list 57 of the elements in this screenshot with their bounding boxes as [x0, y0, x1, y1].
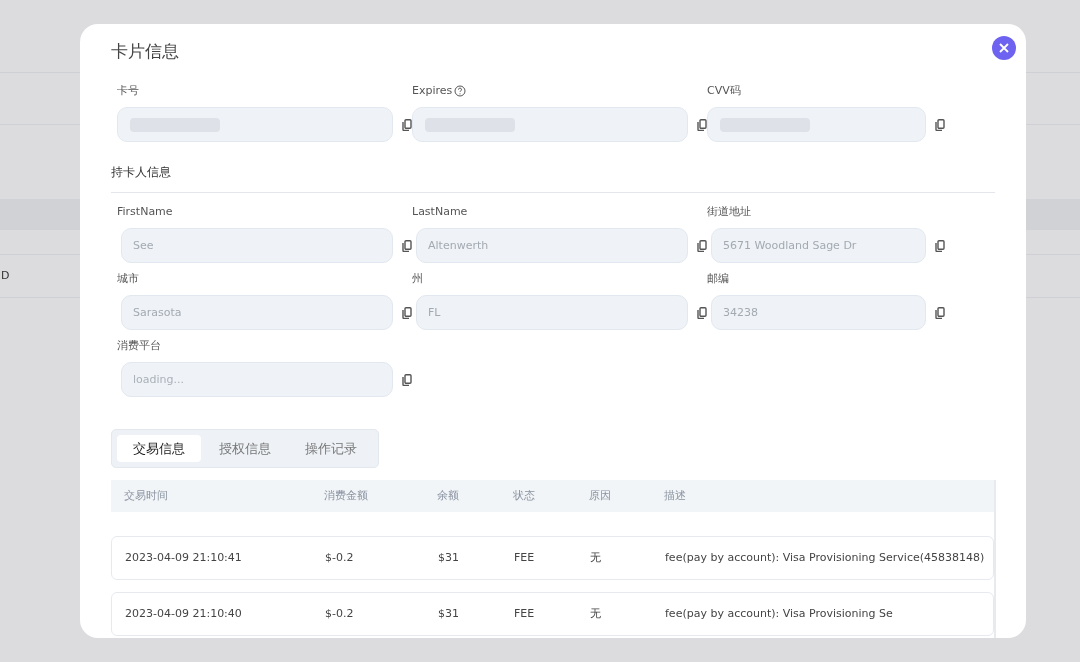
field-label: 街道地址	[707, 203, 751, 220]
tab[interactable]: 交易信息	[117, 435, 201, 462]
copy-icon[interactable]	[402, 373, 412, 386]
copy-icon[interactable]	[402, 239, 412, 252]
row-text: D	[1, 267, 10, 284]
column-header: 消费金额	[324, 487, 369, 504]
tab[interactable]: 授权信息	[203, 435, 287, 462]
field-label: 城市	[117, 270, 139, 287]
copy-icon[interactable]	[935, 239, 945, 252]
copy-icon[interactable]	[697, 118, 707, 131]
table-cell-text: FEE	[514, 605, 536, 622]
copy-icon[interactable]	[402, 306, 412, 319]
column-header: 描述	[664, 487, 687, 504]
table-cell-text: $31	[438, 549, 460, 566]
input-field[interactable]: 5671 Woodland Sage Dr	[711, 228, 926, 263]
table-cell-text: $31	[438, 605, 460, 622]
help-icon[interactable]	[454, 85, 467, 97]
copy-icon[interactable]	[697, 306, 707, 319]
field-label: 州	[412, 270, 423, 287]
copy-icon[interactable]	[402, 118, 412, 131]
copy-icon[interactable]	[697, 239, 707, 252]
field-label: Expires	[412, 82, 453, 99]
input-field[interactable]: See	[121, 228, 393, 263]
table-cell-text: $-0.2	[325, 549, 355, 566]
table-cell-text: 无	[590, 549, 602, 566]
input-field[interactable]: Altenwerth	[416, 228, 688, 263]
field-label: FirstName	[117, 203, 173, 220]
copy-icon[interactable]	[935, 118, 945, 131]
table-cell-text: 无	[590, 605, 602, 622]
field-label: 邮编	[707, 270, 729, 287]
close-button[interactable]	[992, 36, 1016, 60]
input-field[interactable]: Sarasota	[121, 295, 393, 330]
column-header: 状态	[513, 487, 536, 504]
copy-icon[interactable]	[935, 306, 945, 319]
input-field[interactable]: FL	[416, 295, 688, 330]
field-label: 消费平台	[117, 337, 161, 354]
dialog-title: 卡片信息	[111, 40, 180, 63]
field[interactable]	[117, 107, 393, 142]
table-cell-text: $-0.2	[325, 605, 355, 622]
close-icon	[999, 43, 1009, 53]
section-title: 持卡人信息	[111, 164, 172, 179]
field-label: CVV码	[707, 82, 741, 99]
column-header: 余额	[437, 487, 460, 504]
input-field[interactable]: 34238	[711, 295, 926, 330]
column-header: 原因	[589, 487, 612, 504]
input-field[interactable]: loading...	[121, 362, 393, 397]
tab[interactable]: 操作记录	[289, 435, 373, 462]
table-cell-text: 2023-04-09 21:10:41	[125, 549, 243, 566]
field-label: LastName	[412, 203, 468, 220]
field[interactable]	[412, 107, 688, 142]
column-header: 交易时间	[124, 487, 169, 504]
table-cell-text: 2023-04-09 21:10:40	[125, 605, 243, 622]
table-cell-text: FEE	[514, 549, 536, 566]
table-cell-text: fee(pay by account): Visa Provisioning Se	[665, 605, 894, 622]
field-label: 卡号	[117, 82, 139, 99]
table-cell-text: fee(pay by account): Visa Provisioning Service(45838148)	[665, 549, 986, 566]
field[interactable]	[707, 107, 926, 142]
